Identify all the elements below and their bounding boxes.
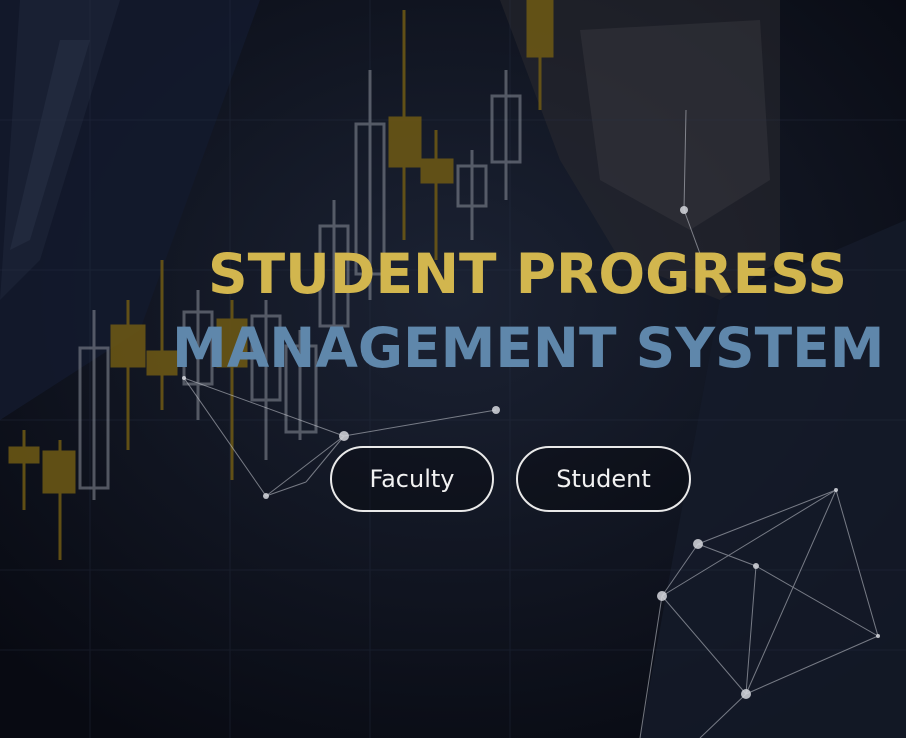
landing-page: STUDENT PROGRESS MANAGEMENT SYSTEM Facul… — [0, 0, 906, 738]
faculty-button[interactable]: Faculty — [330, 446, 494, 512]
student-button[interactable]: Student — [516, 446, 691, 512]
page-title-line-1: STUDENT PROGRESS — [208, 242, 847, 306]
page-title-line-2: MANAGEMENT SYSTEM — [172, 316, 885, 380]
